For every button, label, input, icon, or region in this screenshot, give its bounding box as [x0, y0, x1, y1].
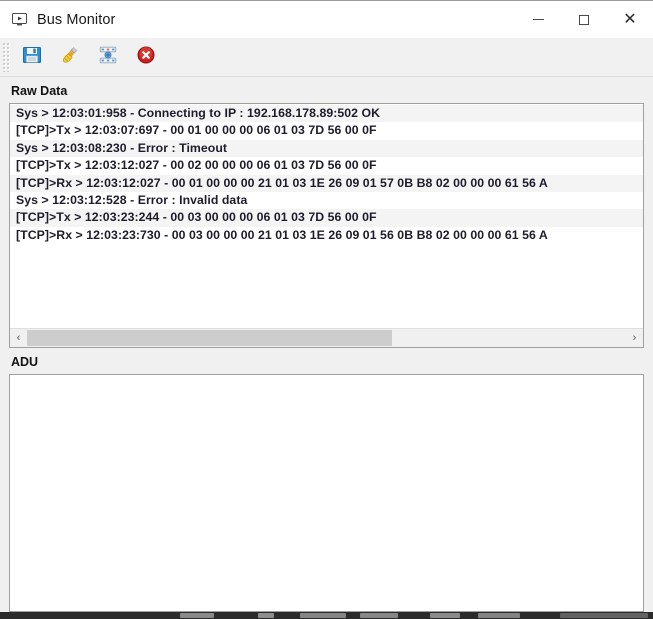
window-controls: ✕ [515, 1, 653, 38]
taskbar-sliver [0, 612, 653, 619]
disconnect-button[interactable] [130, 42, 162, 72]
log-row[interactable]: [TCP]>Tx > 12:03:12:027 - 00 02 00 00 00… [10, 157, 643, 175]
log-row[interactable]: [TCP]>Rx > 12:03:23:730 - 00 03 00 00 00… [10, 226, 643, 245]
broom-clear-icon [59, 44, 81, 71]
monitor-play-icon [11, 11, 28, 28]
raw-data-horizontal-scrollbar[interactable]: ‹ › [10, 328, 643, 347]
scrollbar-track[interactable] [27, 329, 626, 347]
toolbar [0, 38, 653, 77]
bus-monitor-window: Bus Monitor ✕ Raw Data Sys > 12:03:01:95… [0, 0, 653, 612]
network-connection-icon [97, 44, 119, 71]
taskbar-item [560, 613, 648, 618]
connection-button[interactable] [92, 42, 124, 72]
close-button[interactable]: ✕ [607, 1, 653, 38]
scroll-left-arrow-icon[interactable]: ‹ [10, 329, 27, 347]
taskbar-item [258, 613, 274, 618]
log-row[interactable]: [TCP]>Rx > 12:03:12:027 - 00 01 00 00 00… [10, 174, 643, 192]
minimize-icon [532, 19, 544, 20]
log-row[interactable]: [TCP]>Tx > 12:03:07:697 - 00 01 00 00 00… [10, 122, 643, 140]
minimize-button[interactable] [515, 1, 561, 38]
window-title: Bus Monitor [37, 11, 116, 28]
toolbar-grip[interactable] [2, 42, 10, 72]
close-icon: ✕ [623, 10, 637, 28]
scrollbar-thumb[interactable] [27, 330, 393, 346]
adu-list[interactable] [10, 375, 643, 611]
raw-data-panel: Sys > 12:03:01:958 - Connecting to IP : … [9, 103, 644, 348]
raw-data-list[interactable]: Sys > 12:03:01:958 - Connecting to IP : … [10, 104, 643, 328]
clear-button[interactable] [54, 42, 86, 72]
adu-panel [9, 374, 644, 612]
taskbar-item [360, 613, 398, 618]
log-row[interactable]: Sys > 12:03:12:528 - Error : Invalid dat… [10, 191, 643, 210]
title-bar[interactable]: Bus Monitor ✕ [0, 1, 653, 38]
raw-data-label: Raw Data [11, 84, 68, 98]
log-row[interactable]: [TCP]>Tx > 12:03:23:244 - 00 03 00 00 00… [10, 209, 643, 227]
maximize-icon [579, 14, 589, 25]
taskbar-item [300, 613, 346, 618]
save-button[interactable] [16, 42, 48, 72]
floppy-disk-save-icon [21, 44, 43, 71]
content-area: Raw Data Sys > 12:03:01:958 - Connecting… [0, 77, 653, 612]
adu-label: ADU [11, 355, 39, 369]
taskbar-item [478, 613, 520, 618]
title-bar-left: Bus Monitor [0, 11, 115, 28]
taskbar-item [430, 613, 460, 618]
scroll-right-arrow-icon[interactable]: › [626, 329, 643, 347]
red-circle-close-icon [135, 44, 157, 71]
log-row[interactable]: Sys > 12:03:01:958 - Connecting to IP : … [10, 105, 643, 123]
taskbar-item [180, 613, 214, 618]
maximize-button[interactable] [561, 1, 607, 38]
log-row[interactable]: Sys > 12:03:08:230 - Error : Timeout [10, 139, 643, 158]
